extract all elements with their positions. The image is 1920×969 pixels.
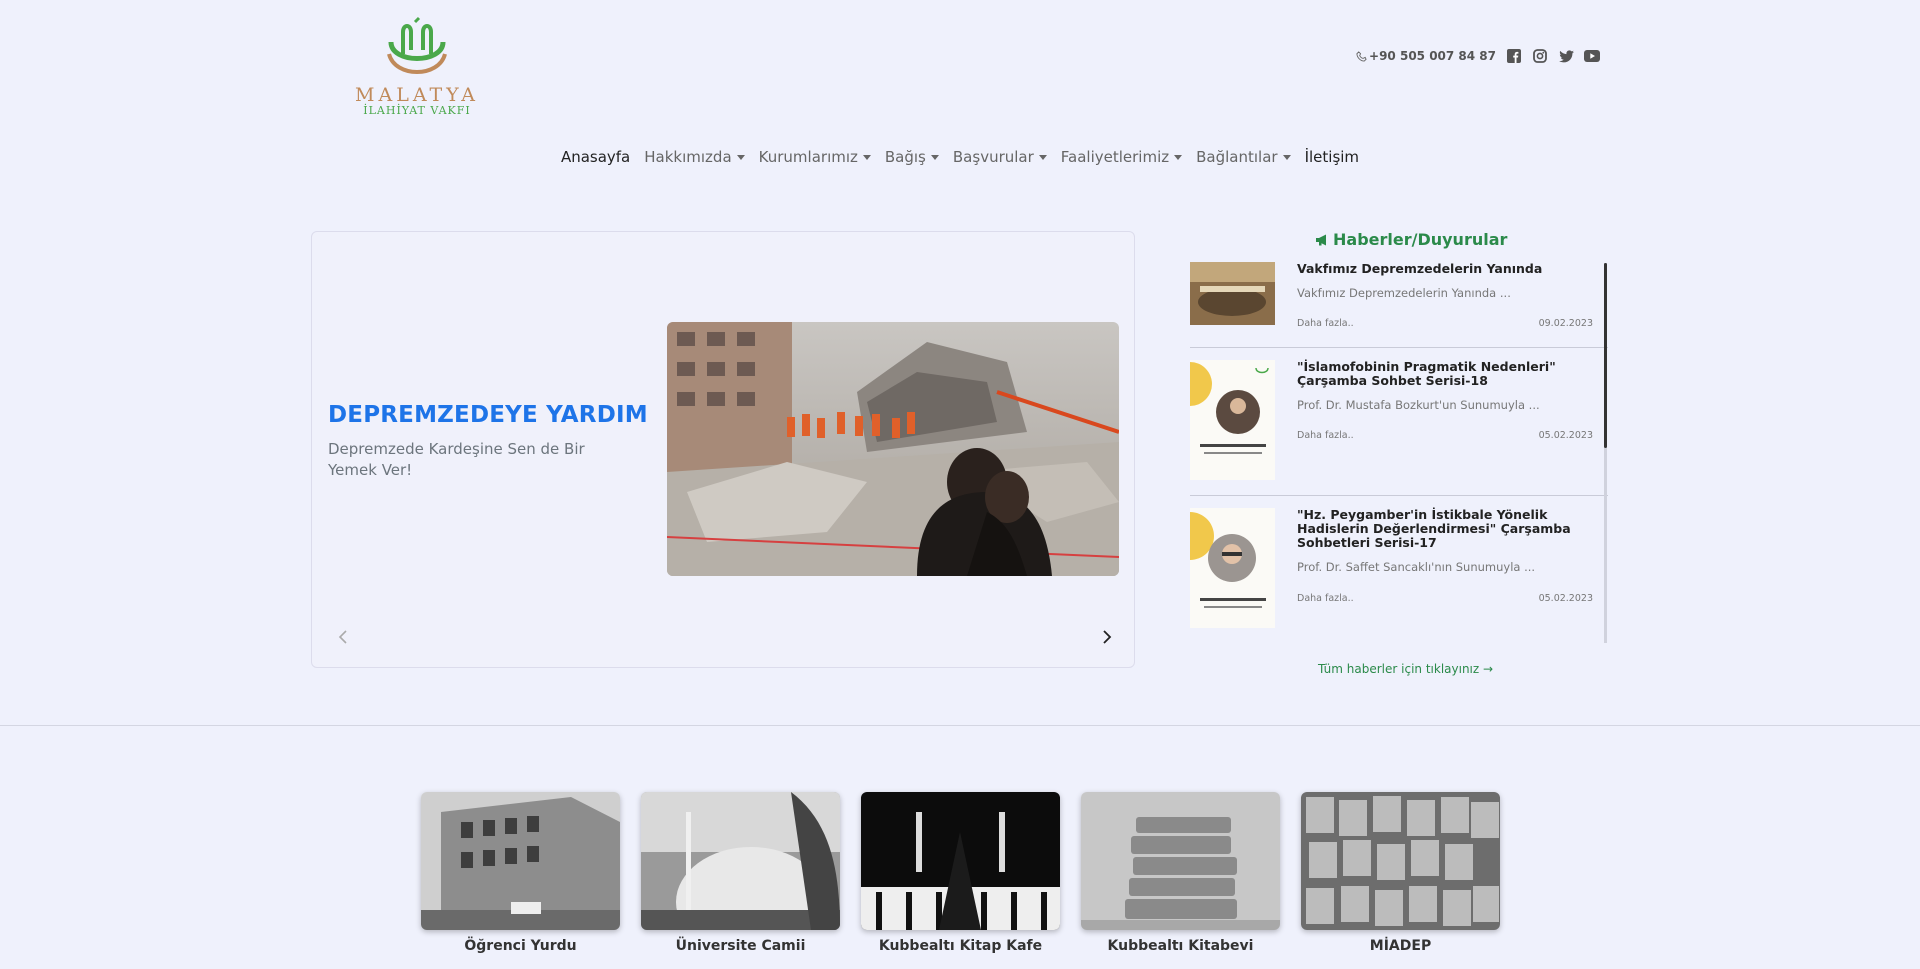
chevron-left-icon <box>338 630 347 644</box>
news-list[interactable]: Vakfımız Depremzedelerin Yanında Vakfımı… <box>1190 262 1608 642</box>
news-item[interactable]: "Hz. Peygamber'in İstikbale Yönelik Hadi… <box>1190 508 1608 642</box>
caret-down-icon <box>1174 154 1183 160</box>
logo-subtitle: İLAHİYAT VAKFI <box>363 104 471 117</box>
news-thumbnail <box>1190 262 1275 325</box>
nav-label: Anasayfa <box>560 148 631 166</box>
institution-label: Üniversite Camii <box>675 938 806 954</box>
nav-item-basvurular[interactable]: Başvurular <box>946 148 1054 166</box>
institution-card[interactable]: MİADEP <box>1301 792 1500 954</box>
site-logo[interactable]: MALATYA İLAHİYAT VAKFI <box>352 14 482 122</box>
read-more-link[interactable]: Daha fazla.. <box>1297 593 1354 604</box>
institution-image <box>1081 792 1280 930</box>
youtube-icon[interactable] <box>1584 48 1600 64</box>
news-item-summary: Prof. Dr. Saffet Sancaklı'nın Sunumuyla … <box>1297 560 1536 574</box>
caret-down-icon <box>930 154 939 160</box>
nav-label: Faaliyetlerimiz <box>1060 148 1170 166</box>
caret-down-icon <box>1038 154 1047 160</box>
slide-image[interactable] <box>667 322 1119 576</box>
megaphone-icon <box>1316 234 1326 245</box>
nav-item-iletisim[interactable]: İletişim <box>1298 148 1366 166</box>
carousel-prev-button[interactable] <box>333 627 353 647</box>
institution-label: Öğrenci Yurdu <box>464 938 577 954</box>
nav-label: Başvurular <box>952 148 1034 166</box>
main-nav: Anasayfa Hakkımızda Kurumlarımız Bağış B… <box>0 148 1920 166</box>
news-item-summary: Prof. Dr. Mustafa Bozkurt'un Sunumuyla .… <box>1297 398 1540 412</box>
institution-image <box>421 792 620 930</box>
nav-item-hakkimizda[interactable]: Hakkımızda <box>637 148 751 166</box>
logo-emblem-icon <box>387 16 447 74</box>
twitter-icon[interactable] <box>1558 48 1574 64</box>
caret-down-icon <box>1282 154 1291 160</box>
nav-label: Kurumlarımız <box>758 148 858 166</box>
nav-item-baglantilar[interactable]: Bağlantılar <box>1189 148 1297 166</box>
nav-item-kurumlarimiz[interactable]: Kurumlarımız <box>752 148 878 166</box>
facebook-icon[interactable] <box>1506 48 1522 64</box>
phone-number: +90 505 007 84 87 <box>1369 49 1496 63</box>
news-heading-text: Haberler/Duyurular <box>1333 230 1508 249</box>
nav-label: Bağlantılar <box>1196 148 1278 166</box>
news-thumbnail <box>1190 360 1275 480</box>
carousel-next-button[interactable] <box>1097 627 1117 647</box>
news-item-date: 09.02.2023 <box>1538 318 1593 329</box>
all-news-link[interactable]: Tüm haberler için tıklayınız → <box>1318 662 1493 676</box>
read-more-link[interactable]: Daha fazla.. <box>1297 430 1354 441</box>
read-more-link[interactable]: Daha fazla.. <box>1297 318 1354 329</box>
institution-image <box>641 792 840 930</box>
slide-title[interactable]: DEPREMZEDEYE YARDIM <box>328 402 648 428</box>
institution-label: Kubbealtı Kitabevi <box>1107 938 1254 954</box>
top-contact-bar: +90 505 007 84 87 <box>1356 48 1600 64</box>
institution-card[interactable]: Kubbealtı Kitabevi <box>1081 792 1280 954</box>
nav-label: Hakkımızda <box>644 148 732 166</box>
scrollbar-thumb[interactable] <box>1604 263 1607 448</box>
institution-label: MİADEP <box>1369 938 1432 954</box>
nav-item-bagis[interactable]: Bağış <box>878 148 946 166</box>
news-scrollbar[interactable] <box>1604 263 1607 643</box>
institution-image <box>1301 792 1500 930</box>
institution-card[interactable]: Üniversite Camii <box>641 792 840 954</box>
logo-name: MALATYA <box>355 84 479 106</box>
nav-item-anasayfa[interactable]: Anasayfa <box>554 148 637 166</box>
institution-card[interactable]: Öğrenci Yurdu <box>421 792 620 954</box>
nav-label: Bağış <box>884 148 926 166</box>
institution-card[interactable]: Kubbealtı Kitap Kafe <box>861 792 1060 954</box>
news-item-title[interactable]: "Hz. Peygamber'in İstikbale Yönelik Hadi… <box>1297 508 1593 550</box>
slide-description: Depremzede Kardeşine Sen de Bir Yemek Ve… <box>328 440 585 479</box>
instagram-icon[interactable] <box>1532 48 1548 64</box>
phone-link[interactable]: +90 505 007 84 87 <box>1356 49 1496 63</box>
chevron-right-icon <box>1103 630 1112 644</box>
news-item-date: 05.02.2023 <box>1538 593 1593 604</box>
news-item-title[interactable]: "İslamofobinin Pragmatik Nedenleri" Çarş… <box>1297 360 1593 388</box>
news-thumbnail <box>1190 508 1275 628</box>
hero-carousel: DEPREMZEDEYE YARDIM Depremzede Kardeşine… <box>311 231 1135 668</box>
news-item[interactable]: Vakfımız Depremzedelerin Yanında Vakfımı… <box>1190 262 1608 348</box>
nav-label: İletişim <box>1304 148 1360 166</box>
caret-down-icon <box>736 154 745 160</box>
news-item-title[interactable]: Vakfımız Depremzedelerin Yanında <box>1297 262 1593 276</box>
institution-label: Kubbealtı Kitap Kafe <box>878 938 1043 954</box>
news-item[interactable]: "İslamofobinin Pragmatik Nedenleri" Çarş… <box>1190 360 1608 496</box>
nav-item-faaliyetlerimiz[interactable]: Faaliyetlerimiz <box>1054 148 1189 166</box>
news-item-date: 05.02.2023 <box>1538 430 1593 441</box>
institution-image <box>861 792 1060 930</box>
news-item-summary: Vakfımız Depremzedelerin Yanında ... <box>1297 286 1511 300</box>
section-divider <box>0 725 1920 726</box>
caret-down-icon <box>862 154 871 160</box>
phone-icon <box>1356 50 1367 62</box>
news-heading: Haberler/Duyurular <box>1315 230 1507 249</box>
